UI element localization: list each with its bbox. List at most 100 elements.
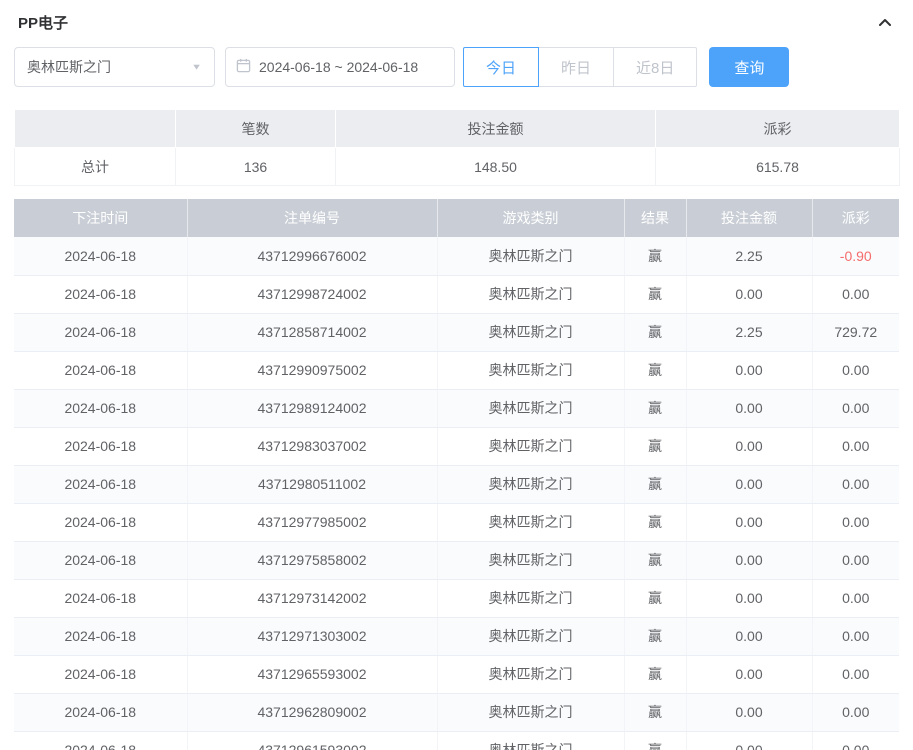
table-cell: 赢 <box>624 237 686 275</box>
table-cell: 奥林匹斯之门 <box>437 351 624 389</box>
table-cell: 奥林匹斯之门 <box>437 237 624 275</box>
game-select-value: 奥林匹斯之门 <box>27 57 111 77</box>
table-cell: 奥林匹斯之门 <box>437 465 624 503</box>
table-cell: 2024-06-18 <box>14 237 187 275</box>
page-title: PP电子 <box>18 12 68 33</box>
table-row: 2024-06-1843712858714002奥林匹斯之门赢2.25729.7… <box>14 313 899 351</box>
bet-records-table: 下注时间 注单编号 游戏类别 结果 投注金额 派彩 2024-06-184371… <box>14 199 899 750</box>
summary-total-count: 136 <box>176 148 336 186</box>
summary-total-label: 总计 <box>15 148 176 186</box>
table-cell: 2024-06-18 <box>14 579 187 617</box>
table-cell: 奥林匹斯之门 <box>437 503 624 541</box>
table-cell: 43712962809002 <box>187 693 437 731</box>
table-cell: 0.00 <box>686 351 812 389</box>
header-result: 结果 <box>624 199 686 237</box>
table-cell: 2.25 <box>686 313 812 351</box>
table-row: 2024-06-1843712965593002奥林匹斯之门赢0.000.00 <box>14 655 899 693</box>
summary-total-bet-amount: 148.50 <box>336 148 656 186</box>
table-cell: 43712980511002 <box>187 465 437 503</box>
table-cell: 43712977985002 <box>187 503 437 541</box>
table-cell: 43712996676002 <box>187 237 437 275</box>
quick-date-button-group: 今日 昨日 近8日 <box>463 47 697 87</box>
header-payout: 派彩 <box>812 199 899 237</box>
table-row: 2024-06-1843712975858002奥林匹斯之门赢0.000.00 <box>14 541 899 579</box>
table-row: 2024-06-1843712962809002奥林匹斯之门赢0.000.00 <box>14 693 899 731</box>
date-range-value: 2024-06-18 ~ 2024-06-18 <box>259 59 418 75</box>
table-cell: 2024-06-18 <box>14 427 187 465</box>
table-row: 2024-06-1843712977985002奥林匹斯之门赢0.000.00 <box>14 503 899 541</box>
table-cell: 0.00 <box>686 465 812 503</box>
header-game-type: 游戏类别 <box>437 199 624 237</box>
table-cell: 赢 <box>624 579 686 617</box>
table-cell: 43712965593002 <box>187 655 437 693</box>
panel-titlebar: PP电子 <box>14 0 899 43</box>
table-row: 2024-06-1843712961593002奥林匹斯之门赢0.000.00 <box>14 731 899 750</box>
table-cell: 729.72 <box>812 313 899 351</box>
table-cell: 奥林匹斯之门 <box>437 427 624 465</box>
header-order-number: 注单编号 <box>187 199 437 237</box>
calendar-icon <box>236 58 251 76</box>
table-cell: 2024-06-18 <box>14 731 187 750</box>
game-select[interactable]: 奥林匹斯之门 ▼ <box>14 47 215 87</box>
table-cell: 0.00 <box>812 351 899 389</box>
table-cell: 43712998724002 <box>187 275 437 313</box>
table-cell: 0.00 <box>812 693 899 731</box>
table-cell: 2024-06-18 <box>14 617 187 655</box>
table-cell: 赢 <box>624 351 686 389</box>
table-cell: 奥林匹斯之门 <box>437 731 624 750</box>
table-row: 2024-06-1843712980511002奥林匹斯之门赢0.000.00 <box>14 465 899 503</box>
table-cell: 0.00 <box>686 275 812 313</box>
table-cell: 2024-06-18 <box>14 465 187 503</box>
table-cell: 奥林匹斯之门 <box>437 313 624 351</box>
table-cell: 奥林匹斯之门 <box>437 541 624 579</box>
pp-electronic-panel: PP电子 奥林匹斯之门 ▼ 2024-06-18 ~ 2024-06-18 今日… <box>0 0 913 750</box>
table-cell: 0.00 <box>812 389 899 427</box>
table-cell: 0.00 <box>812 541 899 579</box>
table-row: 2024-06-1843712983037002奥林匹斯之门赢0.000.00 <box>14 427 899 465</box>
table-cell: 赢 <box>624 427 686 465</box>
table-cell: 0.00 <box>686 427 812 465</box>
table-cell: 2024-06-18 <box>14 389 187 427</box>
bet-table-body: 2024-06-1843712996676002奥林匹斯之门赢2.25-0.90… <box>14 237 899 750</box>
yesterday-button[interactable]: 昨日 <box>538 47 614 87</box>
table-cell: 0.00 <box>812 465 899 503</box>
table-row: 2024-06-1843712990975002奥林匹斯之门赢0.000.00 <box>14 351 899 389</box>
table-cell: 2024-06-18 <box>14 655 187 693</box>
table-cell: 赢 <box>624 465 686 503</box>
table-cell: 奥林匹斯之门 <box>437 693 624 731</box>
table-cell: 奥林匹斯之门 <box>437 655 624 693</box>
table-cell: 2024-06-18 <box>14 313 187 351</box>
collapse-panel-button[interactable] <box>875 13 895 33</box>
bet-table-header-row: 下注时间 注单编号 游戏类别 结果 投注金额 派彩 <box>14 199 899 237</box>
summary-header-bet-amount: 投注金额 <box>336 110 656 148</box>
table-cell: 0.00 <box>812 275 899 313</box>
chevron-up-icon <box>877 19 893 34</box>
table-cell: 赢 <box>624 389 686 427</box>
table-cell: 奥林匹斯之门 <box>437 389 624 427</box>
date-range-input[interactable]: 2024-06-18 ~ 2024-06-18 <box>225 47 455 87</box>
table-cell: 奥林匹斯之门 <box>437 579 624 617</box>
search-button[interactable]: 查询 <box>709 47 789 87</box>
header-bet-time: 下注时间 <box>14 199 187 237</box>
summary-header-row: 笔数 投注金额 派彩 <box>15 110 900 148</box>
table-cell: 0.00 <box>686 731 812 750</box>
table-cell: 0.00 <box>812 427 899 465</box>
table-cell: 0.00 <box>686 617 812 655</box>
table-cell: 赢 <box>624 617 686 655</box>
table-cell: 43712975858002 <box>187 541 437 579</box>
header-bet-amount: 投注金额 <box>686 199 812 237</box>
last-8-days-button[interactable]: 近8日 <box>613 47 697 87</box>
table-cell: 2024-06-18 <box>14 275 187 313</box>
table-cell: 0.00 <box>812 579 899 617</box>
today-button[interactable]: 今日 <box>463 47 539 87</box>
table-cell: 0.00 <box>686 541 812 579</box>
table-row: 2024-06-1843712998724002奥林匹斯之门赢0.000.00 <box>14 275 899 313</box>
table-cell: 0.00 <box>812 617 899 655</box>
table-cell: 奥林匹斯之门 <box>437 617 624 655</box>
table-cell: 2024-06-18 <box>14 351 187 389</box>
table-cell: 0.00 <box>812 503 899 541</box>
table-cell: 0.00 <box>686 655 812 693</box>
table-row: 2024-06-1843712973142002奥林匹斯之门赢0.000.00 <box>14 579 899 617</box>
summary-header-count: 笔数 <box>176 110 336 148</box>
summary-header-payout: 派彩 <box>656 110 900 148</box>
